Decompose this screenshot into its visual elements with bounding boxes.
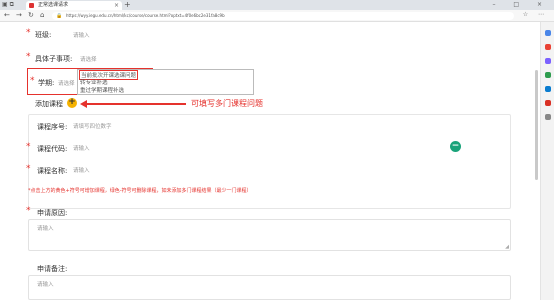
course-no-label: 课程序号:	[37, 123, 68, 131]
course-code-input[interactable]: 请输入	[73, 144, 90, 152]
tab-title: 正常选课请求	[38, 2, 69, 8]
reason-label: 申请原因:	[37, 209, 68, 217]
required-mark: *	[26, 142, 31, 152]
course-name-input[interactable]: 请输入	[73, 166, 90, 174]
add-course-label: 添加课程	[35, 100, 63, 108]
subject-label: 具体子事项:	[35, 55, 73, 63]
class-input[interactable]: 请输入	[73, 31, 90, 39]
remark-placeholder: 请输入	[37, 282, 54, 288]
required-mark: *	[26, 28, 31, 38]
term-option[interactable]: 转专业补选	[80, 78, 108, 86]
address-bar[interactable]: 🔒 https://wyy.iegu.edu.cn/html/kc/course…	[52, 12, 514, 20]
reason-textarea[interactable]: 请输入 ◢	[28, 219, 511, 251]
games-icon[interactable]	[545, 72, 551, 78]
required-mark: *	[26, 164, 31, 174]
tab-favicon-icon	[29, 3, 34, 8]
remove-course-button[interactable]: −	[450, 141, 461, 152]
course-no-input[interactable]: 请填写四位数字	[73, 122, 112, 130]
window-controls[interactable]: – □ ×	[492, 0, 550, 10]
remark-textarea[interactable]: 请输入	[28, 275, 511, 300]
annotation-arrow-line	[86, 103, 186, 105]
browser-tab-bar: ▣ ⧉ 正常选课请求 × + – □ ×	[0, 0, 554, 10]
search-icon[interactable]	[545, 30, 551, 36]
add-course-button[interactable]: +	[67, 98, 77, 108]
term-dropdown: 当前批次开课选课问题 转专业补选 重过学期课程补选	[77, 69, 254, 95]
term-select[interactable]: 请选择	[58, 79, 75, 87]
tab-close-icon[interactable]: ×	[114, 1, 119, 10]
required-mark: *	[30, 76, 35, 86]
annotation-text: 可填写多门课程问题	[191, 99, 263, 108]
course-code-label: 课程代码:	[37, 145, 68, 153]
hint-text: *点击上方的黄色+符号可增加课程，绿色-符号可删除课程，如未添加多门课程结果（最…	[28, 188, 252, 194]
reload-icon[interactable]: ↻	[28, 11, 34, 19]
shopping-icon[interactable]	[545, 44, 551, 50]
course-request-form: * 班级: 请输入 * 具体子事项: 请选择 * 学期: 请选择 当前批次开课选…	[0, 22, 520, 300]
home-icon[interactable]: ⌂	[40, 11, 44, 19]
tab-actions-icon[interactable]: ▣ ⧉	[2, 1, 14, 9]
lock-icon: 🔒	[56, 13, 63, 19]
term-label: 学期:	[38, 79, 55, 87]
term-option[interactable]: 重过学期课程补选	[80, 86, 124, 94]
course-name-label: 课程名称:	[37, 167, 68, 175]
subject-select[interactable]: 请选择	[80, 55, 97, 63]
page-scrollbar[interactable]	[535, 70, 538, 180]
required-mark: *	[26, 52, 31, 62]
browser-sidebar	[540, 22, 554, 300]
reason-placeholder: 请输入	[37, 226, 54, 232]
required-mark: *	[26, 206, 31, 216]
class-label: 班级:	[35, 31, 52, 39]
back-icon[interactable]: ←	[4, 11, 10, 19]
tools-icon[interactable]	[545, 58, 551, 64]
resize-handle-icon[interactable]: ◢	[505, 244, 509, 250]
outlook-icon[interactable]	[545, 100, 551, 106]
browser-toolbar: ← → ↻ ⌂ 🔒 https://wyy.iegu.edu.cn/html/k…	[0, 10, 554, 22]
url-text: https://wyy.iegu.edu.cn/html/kc/course/c…	[66, 13, 225, 18]
add-sidebar-icon[interactable]	[545, 114, 551, 120]
office-icon[interactable]	[545, 86, 551, 92]
remark-label: 申请备注:	[37, 265, 68, 273]
new-tab-icon[interactable]: +	[124, 0, 131, 10]
forward-icon[interactable]: →	[16, 11, 22, 19]
browser-tab[interactable]: 正常选课请求 ×	[26, 1, 122, 10]
toolbar-actions-icon[interactable]: ☆ ⋯	[523, 11, 548, 18]
